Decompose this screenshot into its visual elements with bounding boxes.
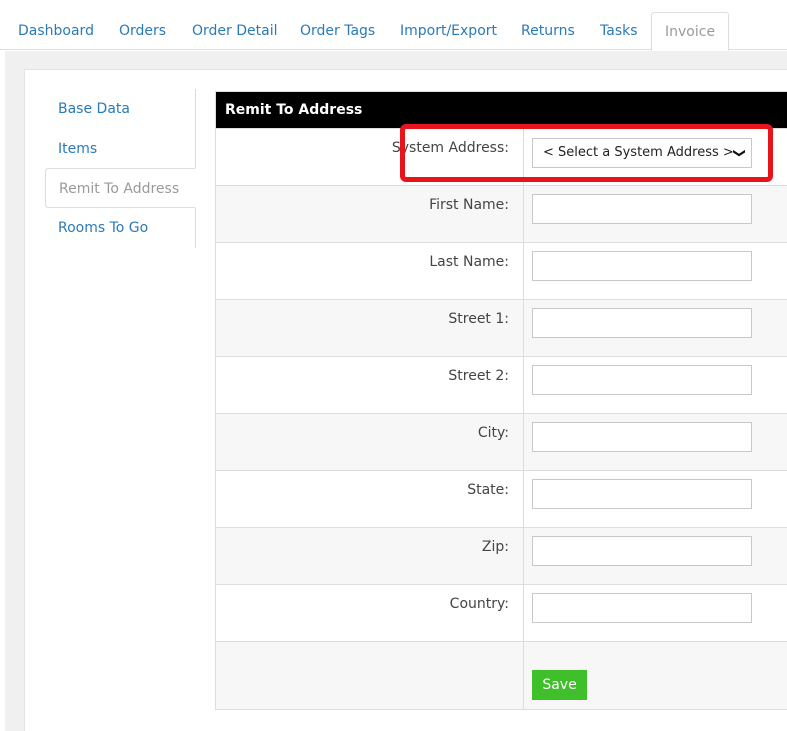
field-cell: [523, 185, 787, 243]
country-input[interactable]: [532, 593, 752, 623]
tab-returns[interactable]: Returns: [521, 12, 575, 50]
tab-invoice[interactable]: Invoice: [651, 12, 730, 51]
street-2-input[interactable]: [532, 365, 752, 395]
tab-orders[interactable]: Orders: [119, 12, 166, 50]
label-cell: [215, 641, 524, 710]
system-address-select[interactable]: < Select a System Address > ❯: [532, 138, 752, 168]
label-cell: City:: [215, 413, 524, 471]
street-2-label: Street 2:: [448, 368, 509, 384]
street-1-input[interactable]: [532, 308, 752, 338]
first-name-label: First Name:: [429, 197, 509, 213]
label-cell: Zip:: [215, 527, 524, 585]
tab-order-detail[interactable]: Order Detail: [192, 12, 277, 50]
form-title: Remit To Address: [215, 91, 787, 129]
field-cell: < Select a System Address > ❯: [523, 128, 787, 186]
system-address-label: System Address:: [391, 140, 509, 156]
label-cell: Street 2:: [215, 356, 524, 414]
system-address-selected-value: < Select a System Address >: [543, 145, 734, 160]
city-input[interactable]: [532, 422, 752, 452]
zip-input[interactable]: [532, 536, 752, 566]
field-cell: Save: [523, 641, 787, 710]
state-label: State:: [467, 482, 509, 498]
tab-dashboard[interactable]: Dashboard: [18, 12, 94, 50]
field-cell: [523, 584, 787, 642]
field-cell: [523, 356, 787, 414]
city-label: City:: [477, 425, 509, 441]
first-name-input[interactable]: [532, 194, 752, 224]
tab-tasks[interactable]: Tasks: [600, 12, 638, 50]
field-cell: [523, 242, 787, 300]
label-cell: Last Name:: [215, 242, 524, 300]
top-tab-bar: Dashboard Orders Order Detail Order Tags…: [0, 0, 787, 51]
side-item-rooms-to-go[interactable]: Rooms To Go: [45, 208, 196, 248]
field-cell: [523, 527, 787, 585]
street-1-label: Street 1:: [448, 311, 509, 327]
label-cell: Street 1:: [215, 299, 524, 357]
side-item-remit-to-address[interactable]: Remit To Address: [45, 168, 196, 208]
label-cell: System Address:: [215, 128, 524, 186]
side-item-items[interactable]: Items: [45, 129, 196, 169]
save-button[interactable]: Save: [532, 670, 587, 700]
field-cell: [523, 470, 787, 528]
state-input[interactable]: [532, 479, 752, 509]
last-name-input[interactable]: [532, 251, 752, 281]
remit-address-form: Remit To Address System Address: < Selec…: [215, 91, 787, 710]
field-cell: [523, 413, 787, 471]
field-cell: [523, 299, 787, 357]
label-cell: Country:: [215, 584, 524, 642]
tab-import-export[interactable]: Import/Export: [400, 12, 497, 50]
tab-order-tags[interactable]: Order Tags: [300, 12, 375, 50]
side-item-base-data[interactable]: Base Data: [45, 89, 196, 129]
label-cell: First Name:: [215, 185, 524, 243]
last-name-label: Last Name:: [429, 254, 509, 270]
country-label: Country:: [449, 596, 509, 612]
label-cell: State:: [215, 470, 524, 528]
zip-label: Zip:: [481, 539, 509, 555]
chevron-down-icon: ❯: [732, 147, 747, 159]
